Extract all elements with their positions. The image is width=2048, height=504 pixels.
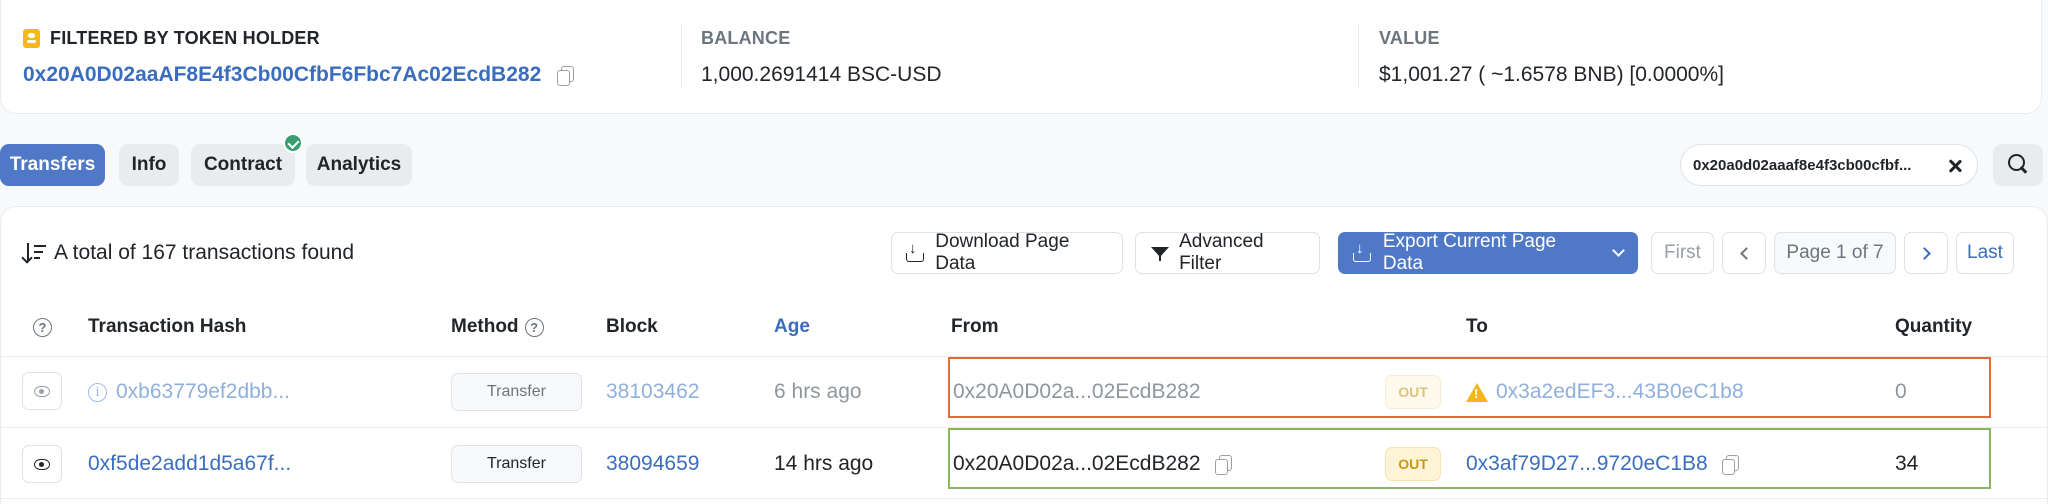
export-label: Export Current Page Data <box>1382 231 1557 274</box>
help-icon: ? <box>33 317 52 337</box>
search-icon <box>2008 154 2028 174</box>
row-highlight-green <box>948 428 1991 489</box>
age-cell: 6 hrs ago <box>774 380 862 403</box>
holder-label-row: FILTERED BY TOKEN HOLDER <box>23 26 572 50</box>
search-button[interactable] <box>1993 144 2043 186</box>
holder-address-link[interactable]: 0x20A0D02aaAF8E4f3Cb00CfbF6Fbc7Ac02EcdB2… <box>23 63 541 87</box>
pagination-last[interactable]: Last <box>1956 232 2014 274</box>
chevron-left-icon <box>1739 246 1753 260</box>
total-transactions: A total of 167 transactions found <box>21 240 355 266</box>
preview-button[interactable] <box>22 372 62 410</box>
chevron-right-icon <box>1917 246 1931 260</box>
pagination-previous[interactable] <box>1722 232 1766 274</box>
balance-column: BALANCE 1,000.2691414 BSC-USD <box>701 26 942 88</box>
address-filter-chip: 0x20a0d02aaaf8e4f3cb00cfbf... <box>1680 144 1978 186</box>
eye-icon <box>34 459 50 470</box>
advanced-filter-label: Advanced Filter <box>1179 231 1264 274</box>
header-from: From <box>951 316 999 337</box>
total-transactions-text: A total of 167 transactions found <box>54 241 355 264</box>
balance-label: BALANCE <box>701 27 791 48</box>
eye-icon <box>34 386 50 397</box>
filter-icon <box>1150 243 1170 263</box>
header-method-label: Method <box>451 316 519 337</box>
block-link[interactable]: 38103462 <box>606 379 699 405</box>
advanced-filter-button[interactable]: Advanced Filter <box>1135 231 1320 274</box>
method-badge: Transfer <box>451 373 582 411</box>
help-icon[interactable]: ? <box>524 317 544 337</box>
pagination-next[interactable] <box>1904 232 1948 274</box>
block-link[interactable]: 38094659 <box>606 451 699 477</box>
value-column: VALUE $1,001.27 ( ~1.6578 BNB) [0.0000%] <box>1379 26 1724 88</box>
download-icon <box>906 240 925 263</box>
column-divider <box>1358 24 1359 88</box>
copy-icon[interactable] <box>557 66 575 86</box>
tab-analytics[interactable]: Analytics <box>306 144 412 186</box>
download-icon <box>1353 240 1373 263</box>
header-block: Block <box>606 316 658 337</box>
tab-contract[interactable]: Contract <box>191 144 295 186</box>
transaction-hash-cell: i 0xb63779ef2dbb... <box>88 379 290 405</box>
header-transaction-hash: Transaction Hash <box>88 316 247 337</box>
preview-button[interactable] <box>22 445 62 483</box>
transaction-hash-link[interactable]: 0xf5de2add1d5a67f... <box>88 451 291 477</box>
header-age[interactable]: Age <box>774 316 810 338</box>
holder-badge-icon <box>23 28 40 48</box>
value-amount: $1,001.27 ( ~1.6578 BNB) [0.0000%] <box>1379 63 1724 86</box>
export-current-page-data-button[interactable]: Export Current Page Data <box>1338 231 1638 274</box>
column-help[interactable]: ? <box>33 316 52 338</box>
info-icon: i <box>88 382 107 402</box>
close-icon[interactable] <box>1947 158 1963 174</box>
row-divider <box>0 498 2048 499</box>
holder-column: FILTERED BY TOKEN HOLDER 0x20A0D02aaAF8E… <box>23 26 575 88</box>
method-badge: Transfer <box>451 445 582 483</box>
age-cell: 14 hrs ago <box>774 452 874 475</box>
value-label: VALUE <box>1379 27 1440 48</box>
header-to: To <box>1466 316 1488 337</box>
tab-transfers[interactable]: Transfers <box>0 144 105 186</box>
token-holder-summary-card: FILTERED BY TOKEN HOLDER 0x20A0D02aaAF8E… <box>0 0 2042 114</box>
header-quantity: Quantity <box>1895 316 1973 337</box>
pagination-info: Page 1 of 7 <box>1774 232 1896 274</box>
balance-value: 1,000.2691414 BSC-USD <box>701 63 942 86</box>
header-method: Method ? <box>451 316 544 338</box>
holder-label: FILTERED BY TOKEN HOLDER <box>50 27 320 48</box>
verified-check-icon <box>283 133 303 153</box>
sort-descending-icon[interactable] <box>21 242 48 264</box>
chevron-down-icon <box>1612 244 1625 257</box>
column-divider <box>681 24 682 88</box>
tab-info[interactable]: Info <box>119 144 179 186</box>
transaction-hash-link[interactable]: 0xb63779ef2dbb... <box>116 380 290 404</box>
row-highlight-red <box>948 357 1991 418</box>
holder-address-row: 0x20A0D02aaAF8E4f3Cb00CfbF6Fbc7Ac02EcdB2… <box>23 62 575 88</box>
download-page-data-label: Download Page Data <box>935 231 1070 274</box>
filter-chip-text: 0x20a0d02aaaf8e4f3cb00cfbf... <box>1693 156 1912 174</box>
download-page-data-button[interactable]: Download Page Data <box>891 231 1123 274</box>
pagination-first[interactable]: First <box>1651 232 1714 274</box>
